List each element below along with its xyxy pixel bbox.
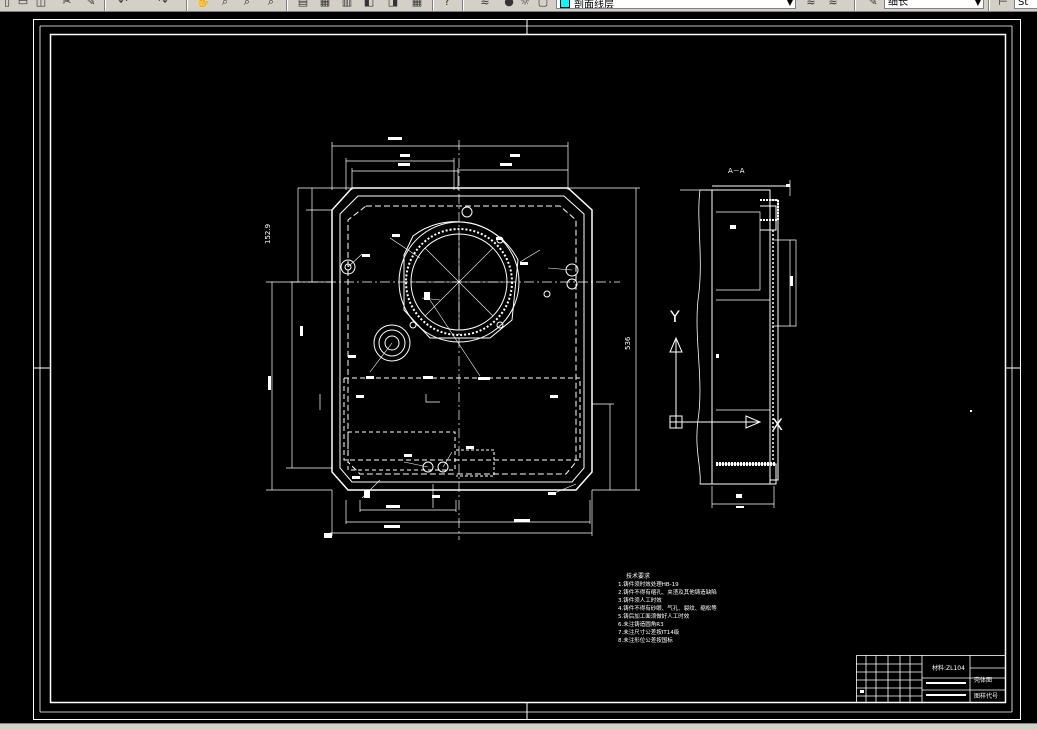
note-line: 5.铸后加工面须做好人工时效: [618, 612, 690, 620]
outer-border: [33, 19, 1021, 720]
toolbar-separator: [854, 0, 856, 11]
note-line: 4.铸件不得有砂眼、气孔、裂纹、缩松等: [618, 604, 717, 612]
new-icon[interactable]: ▯: [0, 0, 14, 9]
layer-combo[interactable]: 剖面线层 ▼: [556, 0, 796, 9]
axis-y-label: Y: [669, 307, 680, 326]
lightbulb-icon[interactable]: ●: [502, 0, 516, 9]
lock-icon[interactable]: ▢: [536, 0, 550, 9]
redo-icon[interactable]: ↷: [156, 0, 170, 9]
center-marks: [34, 20, 1020, 719]
open-icon[interactable]: ▭: [16, 0, 30, 9]
chevron-down-icon: ▼: [974, 0, 981, 7]
note-line: 1.铸件须时效处理HB-19: [618, 580, 679, 588]
toolbar-separator: [186, 0, 188, 11]
zoom-window-icon[interactable]: ⌕: [240, 0, 254, 9]
linetype-combo[interactable]: 细长 ▼: [884, 0, 984, 9]
tool-palettes-icon[interactable]: ▥: [340, 0, 354, 9]
left-height-dimension: 152.9: [264, 224, 272, 244]
pan-icon[interactable]: ✋: [196, 0, 210, 9]
make-current-layer-icon[interactable]: ≋: [804, 0, 818, 9]
axis-x-label: X: [772, 415, 783, 434]
cut-icon[interactable]: ✂: [60, 0, 74, 9]
main-view: [266, 140, 640, 540]
undo-icon[interactable]: ↶: [116, 0, 130, 9]
style-combo[interactable]: St: [1014, 0, 1037, 9]
note-line: 2.铸件不得有缩孔、夹渣及其他铸造缺陷: [618, 588, 717, 596]
zoom-previous-icon[interactable]: ⌕: [264, 0, 278, 9]
toolbar-separator: [286, 0, 288, 11]
toolbar-separator: [432, 0, 434, 11]
cursor-mark: [970, 410, 972, 412]
properties-icon[interactable]: ▤: [296, 0, 310, 9]
match-properties-icon[interactable]: ✎: [84, 0, 98, 9]
note-line: 8.未注形位公差按国标: [618, 636, 673, 644]
notes-title: 技术要求: [626, 572, 650, 580]
material-label: 材料:ZL104: [932, 664, 965, 672]
zoom-realtime-icon[interactable]: ⌕: [218, 0, 232, 9]
inner-border: [49, 33, 1007, 704]
section-dimension-labels: [716, 184, 793, 508]
chevron-down-icon: ▼: [786, 0, 793, 7]
toolbar-separator: [988, 0, 990, 11]
layer-previous-icon[interactable]: ≋: [826, 0, 840, 9]
section-label: A－A: [728, 167, 745, 175]
design-center-icon[interactable]: ▦: [318, 0, 332, 9]
drawing-name: 壳体图: [974, 676, 992, 684]
markup-icon[interactable]: ◨: [386, 0, 400, 9]
sun-icon[interactable]: ☼: [518, 0, 532, 9]
toolbar-separator: [462, 0, 464, 11]
calculator-icon[interactable]: ▦: [410, 0, 424, 9]
overall-height-dimension: 536: [624, 336, 632, 350]
linetype-icon[interactable]: ✎: [866, 0, 880, 9]
sheet-set-icon[interactable]: ◧: [362, 0, 376, 9]
technical-notes: 技术要求 1.铸件须时效处理HB-19 2.铸件不得有缩孔、夹渣及其他铸造缺陷 …: [618, 572, 717, 644]
layer-manager-icon[interactable]: ≋: [478, 0, 492, 9]
toolbar-separator: [104, 0, 106, 11]
note-line: 3.铸件须人工时效: [618, 596, 662, 604]
save-icon[interactable]: ◫: [34, 0, 48, 9]
note-line: 6.未注铸造圆角R3: [618, 620, 664, 628]
toolbar: ▯ ▭ ◫ ✂ ✎ ↶ ↷ ✋ ⌕ ⌕ ⌕ ▤ ▦ ▥ ◧ ◨ ▦ ? ≋ ● …: [0, 0, 1037, 12]
section-view: [669, 180, 797, 508]
drawing-canvas[interactable]: 152.9 536 A－A Y X 技术要求 1.铸件须时效处理HB-19 2.…: [0, 12, 1037, 723]
help-icon[interactable]: ?: [440, 0, 454, 9]
trim-frame: [39, 25, 1013, 713]
dimension-style-icon[interactable]: ⊢: [996, 0, 1010, 9]
note-line: 7.未注尺寸公差按IT14级: [618, 628, 680, 636]
drawing-number: 图样代号: [974, 692, 998, 700]
dimension-labels: [268, 137, 558, 538]
